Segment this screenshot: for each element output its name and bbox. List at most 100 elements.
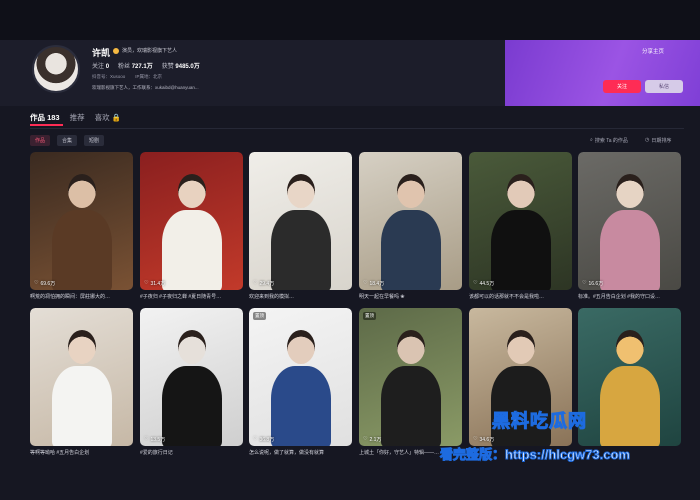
- filter-chips: 作品 合集 短剧: [30, 135, 105, 146]
- video-card[interactable]: ♡ 29.4万欢迎来到我的模拟…: [249, 152, 352, 302]
- video-caption[interactable]: 明天一起在早餐吗 ❀: [359, 293, 462, 300]
- watermark-title: 黑料吃瓜网: [492, 411, 587, 432]
- like-count: ♡ 44.5万: [473, 280, 494, 287]
- video-thumbnail[interactable]: ♡ 18.4万: [359, 152, 462, 290]
- like-count-value: 13.5万: [150, 437, 166, 443]
- person-head: [397, 174, 425, 208]
- chip-short-drama[interactable]: 短剧: [84, 135, 105, 146]
- heart-icon: ♡: [144, 436, 149, 442]
- person-head: [616, 330, 644, 364]
- tab-active-indicator: [30, 124, 63, 126]
- video-caption[interactable]: 啊荒的凋怕拥的瞬间：屏莊娜大的…: [30, 293, 133, 300]
- video-caption[interactable]: 欢迎来到我的模拟…: [249, 293, 352, 300]
- person-figure: [381, 210, 441, 290]
- heart-icon: ♡: [363, 280, 368, 286]
- avatar[interactable]: [32, 45, 80, 93]
- like-count-value: 31.4万: [150, 281, 166, 287]
- verified-icon: [113, 47, 119, 54]
- video-card[interactable]: ♡ 44.5万该都可以的话那就不不会是我啦…: [469, 152, 572, 302]
- heart-icon: ♡: [363, 436, 368, 442]
- profile-bio: 欢瑞影视旗下艺人，工作联系：xukaibd@huanyuan...: [92, 85, 199, 90]
- heart-icon: ♡: [473, 280, 478, 286]
- like-count: ♡ 2.1万: [363, 436, 381, 443]
- video-card[interactable]: ♡ 18.4万明天一起在早餐吗 ❀: [359, 152, 462, 302]
- top-navigation-bar: [0, 0, 700, 40]
- pinned-badge: 置顶: [363, 312, 376, 320]
- clock-icon: ◷: [645, 137, 650, 143]
- like-count-value: 2.1万: [369, 437, 382, 443]
- heart-icon: ♡: [144, 280, 149, 286]
- video-thumbnail[interactable]: 置顶 ♡ 36.8万: [249, 308, 352, 446]
- profile-stats: 关注 0 粉丝 727.1万 获赞 9485.0万: [92, 61, 200, 70]
- person-head: [397, 330, 425, 364]
- video-caption[interactable]: #爱的旅行日记: [140, 449, 243, 456]
- search-works-button[interactable]: ⌕ 搜索 Ta 的作品: [590, 137, 628, 144]
- person-head: [507, 174, 535, 208]
- share-profile-button[interactable]: 分享主页: [642, 47, 664, 55]
- video-card[interactable]: 置顶 ♡ 36.8万怎么说呢，做了就算，做没有就算: [249, 308, 352, 458]
- person-head: [507, 330, 535, 364]
- watermark-url: 看完整版：https://hlcgw73.com: [440, 447, 631, 463]
- video-caption[interactable]: 怎么说呢，做了就算，做没有就算: [249, 449, 352, 456]
- watermark: 黑料吃瓜网 看完整版：https://hlcgw73.com: [418, 400, 700, 500]
- person-head: [287, 330, 315, 364]
- profile-meta: 抖音号：Xusooo IP属地：北京: [92, 74, 162, 80]
- like-count: ♡ 16.6万: [582, 280, 603, 287]
- person-figure: [271, 210, 331, 290]
- video-thumbnail[interactable]: ♡ 69.6万: [30, 152, 133, 290]
- video-thumbnail[interactable]: ♡ 31.4万: [140, 152, 243, 290]
- video-thumbnail[interactable]: ♡ 29.4万: [249, 152, 352, 290]
- video-card[interactable]: ♡ 16.6万标准。#五月告白企划 #我的守口设…: [578, 152, 681, 302]
- video-caption[interactable]: 标准。#五月告白企划 #我的守口设…: [578, 293, 681, 300]
- tab-works[interactable]: 作品 183: [30, 112, 60, 123]
- tab-liked[interactable]: 喜欢 🔒: [95, 112, 121, 123]
- heart-icon: ♡: [34, 280, 39, 286]
- person-head: [178, 330, 206, 364]
- lock-icon: 🔒: [111, 113, 122, 122]
- video-card[interactable]: 等啊等呦哈 #五月告白企划: [30, 308, 133, 458]
- like-count: ♡ 29.4万: [253, 280, 274, 287]
- person-figure: [52, 210, 112, 290]
- video-thumbnail[interactable]: ♡ 16.6万: [578, 152, 681, 290]
- like-count-value: 29.4万: [259, 281, 275, 287]
- stat-following[interactable]: 关注 0: [92, 61, 109, 70]
- video-thumbnail[interactable]: ♡ 44.5万: [469, 152, 572, 290]
- message-button[interactable]: 私信: [645, 80, 683, 93]
- like-count-value: 18.4万: [369, 281, 385, 287]
- person-figure: [491, 210, 551, 290]
- like-count: ♡ 36.8万: [253, 436, 274, 443]
- video-caption[interactable]: 等啊等呦哈 #五月告白企划: [30, 449, 133, 456]
- verification-badge: 演员，欢瑞影视旗下艺人: [113, 47, 177, 54]
- person-figure: [162, 366, 222, 446]
- person-head: [68, 330, 96, 364]
- chip-works[interactable]: 作品: [30, 135, 51, 146]
- video-card[interactable]: ♡ 13.5万 #爱的旅行日记: [140, 308, 243, 458]
- video-card[interactable]: ♡ 31.4万 #子夜归 #子夜归之蝉 #夏日随青号…: [140, 152, 243, 302]
- video-caption[interactable]: 该都可以的话那就不不会是我啦…: [469, 293, 572, 300]
- person-head: [68, 174, 96, 208]
- follow-button[interactable]: 关注: [603, 80, 641, 93]
- heart-icon: ♡: [253, 280, 258, 286]
- like-count: ♡ 69.6万: [34, 280, 55, 287]
- person-head: [616, 174, 644, 208]
- video-thumbnail[interactable]: [30, 308, 133, 446]
- like-count-value: 36.8万: [259, 437, 275, 443]
- chip-collections[interactable]: 合集: [57, 135, 78, 146]
- person-figure: [600, 210, 660, 290]
- heart-icon: ♡: [253, 436, 258, 442]
- person-figure: [271, 366, 331, 446]
- tab-recommended[interactable]: 推荐: [70, 112, 85, 123]
- video-caption[interactable]: #子夜归 #子夜归之蝉 #夏日随青号…: [140, 293, 243, 300]
- sort-button[interactable]: ◷ 日期排序: [645, 137, 671, 144]
- video-card[interactable]: ♡ 69.6万啊荒的凋怕拥的瞬间：屏莊娜大的…: [30, 152, 133, 302]
- like-count: ♡ 18.4万: [363, 280, 384, 287]
- like-count: ♡ 31.4万: [144, 280, 165, 287]
- stat-followers[interactable]: 粉丝 727.1万: [118, 61, 153, 70]
- person-head: [287, 174, 315, 208]
- heart-icon: ♡: [582, 280, 587, 286]
- person-figure: [162, 210, 222, 290]
- video-thumbnail[interactable]: ♡ 13.5万: [140, 308, 243, 446]
- profile-name: 许凯: [92, 48, 111, 58]
- like-count-value: 69.6万: [40, 281, 56, 287]
- pinned-badge: 置顶: [253, 312, 266, 320]
